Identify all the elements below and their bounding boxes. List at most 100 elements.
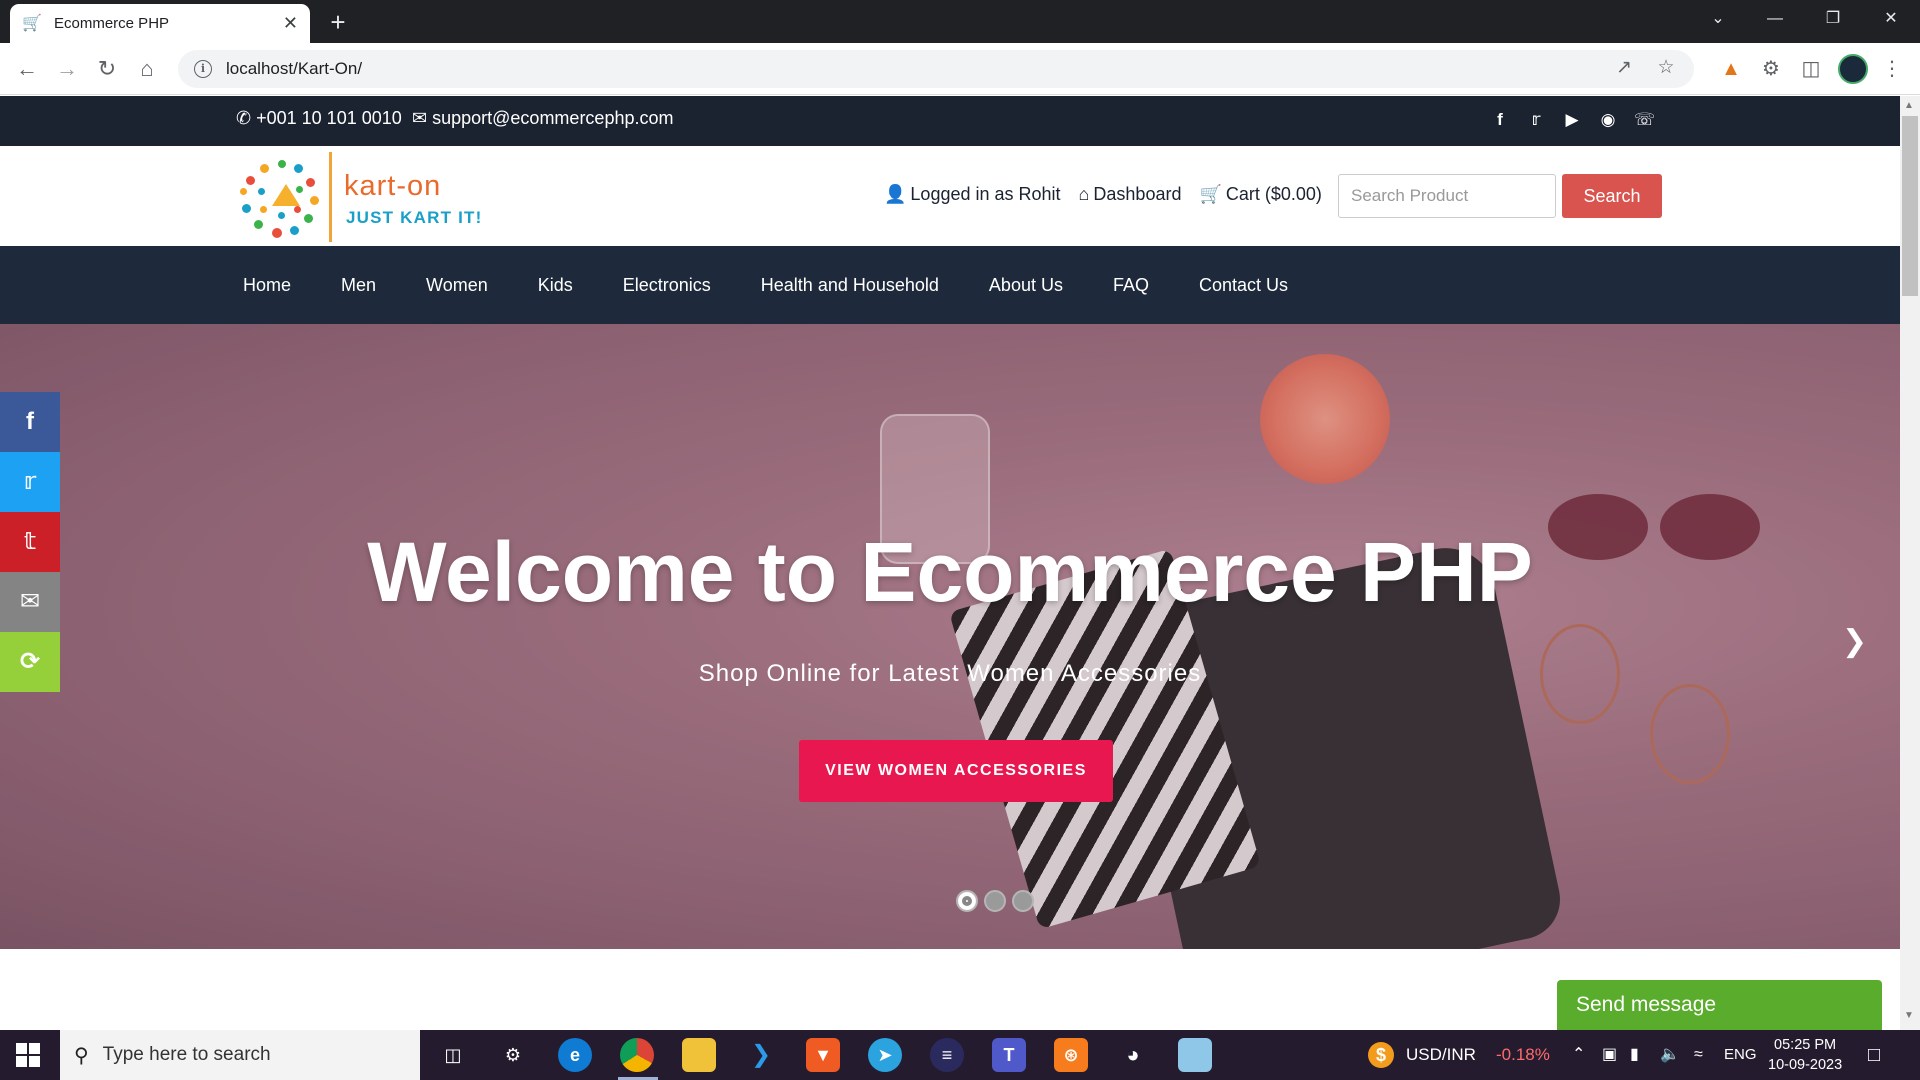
send-message-chat-button[interactable]: Send message bbox=[1557, 980, 1882, 1030]
logo-mark-icon[interactable] bbox=[238, 156, 322, 240]
logo-name[interactable]: kart-on bbox=[344, 170, 441, 203]
wifi-icon[interactable]: ≈ bbox=[1694, 1030, 1703, 1080]
dashboard-label: Dashboard bbox=[1093, 184, 1182, 204]
meet-now-icon[interactable]: ▣ bbox=[1602, 1030, 1617, 1080]
hero-title: Welcome to Ecommerce PHP bbox=[367, 525, 1533, 619]
speedtest-icon[interactable]: ◕ bbox=[1116, 1038, 1150, 1072]
restore-button[interactable]: ❐ bbox=[1808, 0, 1858, 38]
browser-toolbar: ← → ↻ ⌂ i localhost/Kart-On/ ↗ ☆ ▲ ⚙ ◫ ⋮ bbox=[0, 43, 1920, 95]
windows-taskbar: ⚲ Type here to search ◫ ⚙ e ❯ ▼ ➤ ≡ T ⊛ … bbox=[0, 1030, 1920, 1080]
twitter-icon[interactable]: 𝕣 bbox=[1526, 108, 1546, 132]
ticker-label[interactable]: USD/INR bbox=[1406, 1030, 1476, 1080]
brave-browser-icon[interactable]: ▼ bbox=[806, 1038, 840, 1072]
address-bar[interactable]: i localhost/Kart-On/ ↗ ☆ bbox=[178, 50, 1694, 88]
url-text[interactable]: localhost/Kart-On/ bbox=[226, 59, 362, 79]
teams-icon[interactable]: T bbox=[992, 1038, 1026, 1072]
browser-tab[interactable]: 🛒 Ecommerce PHP ✕ bbox=[10, 4, 310, 43]
file-explorer-icon[interactable] bbox=[682, 1038, 716, 1072]
notes-app-icon[interactable] bbox=[1178, 1038, 1212, 1072]
close-window-button[interactable]: ✕ bbox=[1866, 0, 1916, 38]
extensions-puzzle-icon[interactable]: ⚙ bbox=[1755, 53, 1787, 85]
back-icon[interactable]: ← bbox=[11, 53, 43, 85]
nav-item-contact-us[interactable]: Contact Us bbox=[1174, 246, 1313, 324]
browser-tab-strip: 🛒 Ecommerce PHP ✕ + ⌄ — ❐ ✕ bbox=[0, 0, 1920, 43]
slide-dot-1[interactable] bbox=[956, 890, 978, 912]
youtube-icon[interactable]: ▶ bbox=[1562, 108, 1582, 132]
notification-center-icon[interactable]: □ bbox=[1868, 1030, 1880, 1080]
language-indicator[interactable]: ENG bbox=[1724, 1030, 1757, 1080]
forward-icon[interactable]: → bbox=[51, 53, 83, 85]
new-tab-button[interactable]: + bbox=[322, 7, 354, 37]
edge-browser-icon[interactable]: e bbox=[558, 1038, 592, 1072]
windows-start-icon[interactable] bbox=[16, 1043, 40, 1067]
logged-in-link[interactable]: 👤 Logged in as Rohit bbox=[884, 184, 1061, 205]
phone-number: +001 10 101 0010 bbox=[256, 108, 402, 128]
next-slide-icon[interactable]: ❯ bbox=[1842, 624, 1867, 659]
nav-item-kids[interactable]: Kids bbox=[513, 246, 598, 324]
bookmark-star-icon[interactable]: ☆ bbox=[1652, 54, 1680, 82]
cart-label: Cart ($0.00) bbox=[1225, 184, 1322, 204]
profile-avatar[interactable] bbox=[1838, 54, 1868, 84]
taskbar-search-box[interactable]: ⚲ Type here to search bbox=[60, 1030, 420, 1080]
slide-dot-3[interactable] bbox=[1012, 890, 1034, 912]
social-links: f 𝕣 ▶ ◉ ☏ bbox=[1490, 108, 1655, 132]
view-women-accessories-button[interactable]: VIEW WOMEN ACCESSORIES bbox=[799, 740, 1113, 802]
cart-link[interactable]: 🛒 Cart ($0.00) bbox=[1199, 184, 1321, 205]
facebook-icon[interactable]: f bbox=[1490, 108, 1510, 132]
side-panel-icon[interactable]: ◫ bbox=[1795, 53, 1827, 85]
scrollbar-thumb[interactable] bbox=[1902, 116, 1918, 296]
nav-item-home[interactable]: Home bbox=[218, 246, 316, 324]
tray-chevron-icon[interactable]: ⌃ bbox=[1572, 1030, 1585, 1080]
reload-icon[interactable]: ↻ bbox=[91, 53, 123, 85]
twitter-share-icon[interactable]: 𝕣 bbox=[0, 452, 60, 512]
pinterest-share-icon[interactable]: 𝕥 bbox=[0, 512, 60, 572]
share-page-icon[interactable]: ↗ bbox=[1610, 54, 1638, 82]
settings-gear-icon[interactable]: ⚙ bbox=[496, 1038, 530, 1072]
chrome-browser-icon[interactable] bbox=[620, 1038, 654, 1072]
user-icon: 👤 bbox=[884, 184, 907, 204]
facebook-share-icon[interactable]: f bbox=[0, 392, 60, 452]
xampp-icon[interactable]: ⊛ bbox=[1054, 1038, 1088, 1072]
vscode-icon[interactable]: ❯ bbox=[744, 1038, 778, 1072]
search-button[interactable]: Search bbox=[1562, 174, 1662, 218]
scroll-down-icon[interactable]: ▼ bbox=[1904, 1010, 1914, 1021]
scroll-up-icon[interactable]: ▲ bbox=[1904, 100, 1914, 111]
site-info-icon[interactable]: i bbox=[194, 60, 212, 78]
browser-menu-icon[interactable]: ⋮ bbox=[1876, 53, 1908, 85]
more-share-icon[interactable]: ⟳ bbox=[0, 632, 60, 692]
nav-item-women[interactable]: Women bbox=[401, 246, 513, 324]
email-share-icon[interactable]: ✉ bbox=[0, 572, 60, 632]
nav-item-faq[interactable]: FAQ bbox=[1088, 246, 1174, 324]
volume-icon[interactable]: 🔈 bbox=[1660, 1030, 1680, 1080]
tab-title: Ecommerce PHP bbox=[54, 15, 170, 32]
home-icon: ⌂ bbox=[1078, 184, 1090, 204]
tab-search-button[interactable]: ⌄ bbox=[1693, 0, 1743, 38]
cart-favicon-icon: 🛒 bbox=[22, 14, 42, 32]
dashboard-link[interactable]: ⌂ Dashboard bbox=[1079, 184, 1182, 205]
slide-dot-2[interactable] bbox=[984, 890, 1006, 912]
system-clock[interactable]: 05:25 PM 10-09-2023 bbox=[1768, 1035, 1842, 1075]
main-navigation: Home Men Women Kids Electronics Health a… bbox=[0, 246, 1900, 324]
logo-divider bbox=[329, 152, 332, 242]
envelope-icon: ✉ bbox=[412, 108, 428, 128]
whatsapp-icon[interactable]: ☏ bbox=[1634, 108, 1655, 132]
eclipse-icon[interactable]: ≡ bbox=[930, 1038, 964, 1072]
task-view-icon[interactable]: ◫ bbox=[436, 1038, 470, 1072]
currency-widget-icon[interactable]: $ bbox=[1368, 1042, 1394, 1068]
metamask-extension-icon[interactable]: ▲ bbox=[1715, 53, 1747, 85]
account-links: 👤 Logged in as Rohit ⌂ Dashboard 🛒 Cart ($0… bbox=[884, 184, 1322, 205]
nav-item-electronics[interactable]: Electronics bbox=[598, 246, 736, 324]
battery-icon[interactable]: ▮ bbox=[1630, 1030, 1639, 1080]
minimize-button[interactable]: — bbox=[1750, 0, 1800, 38]
home-icon[interactable]: ⌂ bbox=[131, 53, 163, 85]
ticker-change: -0.18% bbox=[1496, 1045, 1550, 1064]
instagram-icon[interactable]: ◉ bbox=[1598, 108, 1618, 132]
tab-close-icon[interactable]: ✕ bbox=[283, 13, 298, 34]
nav-item-men[interactable]: Men bbox=[316, 246, 401, 324]
logo-tagline: JUST KART IT! bbox=[346, 208, 483, 227]
phone-contact: ✆ +001 10 101 0010 bbox=[236, 108, 402, 129]
product-search-input[interactable] bbox=[1338, 174, 1556, 218]
nav-item-about-us[interactable]: About Us bbox=[964, 246, 1088, 324]
nav-item-health-household[interactable]: Health and Household bbox=[736, 246, 964, 324]
telegram-icon[interactable]: ➤ bbox=[868, 1038, 902, 1072]
